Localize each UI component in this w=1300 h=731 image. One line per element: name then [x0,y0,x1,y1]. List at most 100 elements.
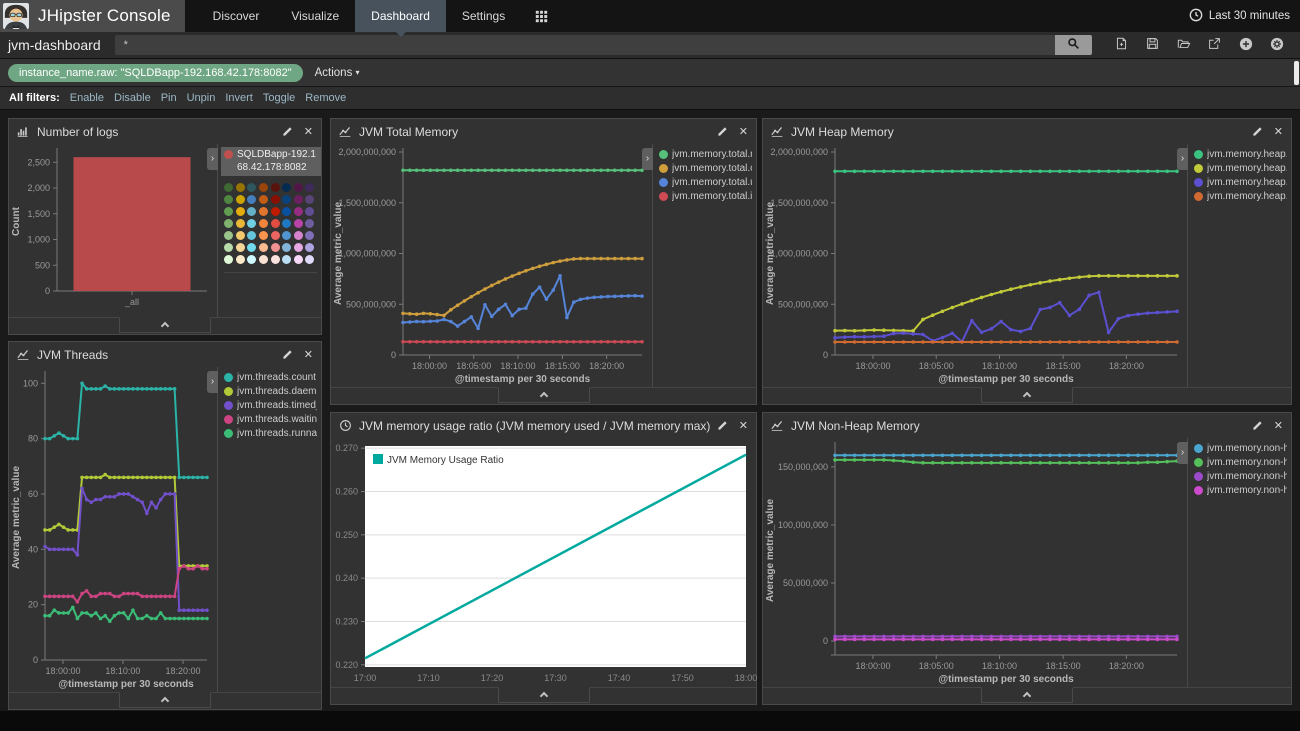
nav-item-visualize[interactable]: Visualize [275,0,355,32]
legend-item[interactable]: SQLDBapp-192.168.42.178:8082 [221,147,321,176]
timepicker-button[interactable]: Last 30 minutes [1189,0,1290,32]
edit-panel-icon[interactable] [1252,420,1263,431]
collapse-panel-button[interactable] [498,387,590,403]
legend-item[interactable]: jvm.memory.heap.com... [1194,163,1287,174]
palette-color-swatch[interactable] [224,219,233,228]
legend-toggle-icon[interactable]: › [207,148,218,170]
legend-toggle-icon[interactable]: › [1177,442,1188,464]
palette-color-swatch[interactable] [259,195,268,204]
palette-color-swatch[interactable] [294,183,303,192]
scrollbar-thumb[interactable] [1294,61,1299,85]
palette-color-swatch[interactable] [294,243,303,252]
legend-item[interactable]: jvm.memory.total.max [659,149,752,160]
filter-action-unpin[interactable]: Unpin [187,92,216,104]
palette-color-swatch[interactable] [294,231,303,240]
legend-item[interactable]: jvm.memory.heap.used [1194,177,1287,188]
palette-color-swatch[interactable] [224,195,233,204]
palette-color-swatch[interactable] [224,243,233,252]
legend-item[interactable]: jvm.memory.heap.max [1194,149,1287,160]
palette-color-swatch[interactable] [236,243,245,252]
palette-color-swatch[interactable] [305,243,314,252]
palette-color-swatch[interactable] [294,195,303,204]
palette-color-swatch[interactable] [259,183,268,192]
nav-item-settings[interactable]: Settings [446,0,521,32]
edit-panel-icon[interactable] [282,349,293,360]
legend-toggle-icon[interactable]: › [1177,148,1188,170]
palette-color-swatch[interactable] [282,255,291,264]
palette-color-swatch[interactable] [247,231,256,240]
palette-color-swatch[interactable] [236,231,245,240]
palette-color-swatch[interactable] [271,243,280,252]
apps-grid-icon[interactable] [521,0,562,32]
palette-color-swatch[interactable] [236,183,245,192]
palette-color-swatch[interactable] [259,219,268,228]
legend-item[interactable]: jvm.threads.daemon.c... [224,386,317,397]
search-button[interactable] [1055,35,1092,55]
palette-color-swatch[interactable] [294,255,303,264]
legend-item[interactable]: jvm.memory.total.used [659,177,752,188]
close-panel-icon[interactable]: ✕ [739,125,748,138]
close-panel-icon[interactable]: ✕ [304,348,313,361]
palette-color-swatch[interactable] [282,219,291,228]
filter-action-toggle[interactable]: Toggle [263,92,295,104]
palette-color-swatch[interactable] [271,183,280,192]
palette-color-swatch[interactable] [294,219,303,228]
filter-actions-button[interactable]: Actions ▾ [315,67,360,79]
close-panel-icon[interactable]: ✕ [304,125,313,138]
palette-color-swatch[interactable] [282,183,291,192]
palette-color-swatch[interactable] [236,255,245,264]
legend-item[interactable]: jvm.threads.runnable.c... [224,428,317,439]
palette-color-swatch[interactable] [259,243,268,252]
legend-item[interactable]: jvm.memory.total.init [659,191,752,202]
palette-color-swatch[interactable] [247,219,256,228]
legend-item[interactable]: jvm.threads.timed_wait... [224,400,317,411]
legend-item[interactable]: jvm.memory.heap.init [1194,191,1287,202]
filter-pill[interactable]: instance_name.raw: "SQLDBapp-192.168.42.… [8,64,303,82]
nav-item-dashboard[interactable]: Dashboard [355,0,446,32]
palette-color-swatch[interactable] [271,195,280,204]
folder-open-button[interactable] [1168,34,1199,56]
filter-action-remove[interactable]: Remove [305,92,346,104]
palette-color-swatch[interactable] [247,255,256,264]
palette-color-swatch[interactable] [247,195,256,204]
edit-panel-icon[interactable] [1252,126,1263,137]
palette-color-swatch[interactable] [305,231,314,240]
palette-color-swatch[interactable] [305,255,314,264]
palette-color-swatch[interactable] [259,231,268,240]
gear-circle-button[interactable] [1261,34,1292,56]
save-button[interactable] [1137,34,1168,56]
close-panel-icon[interactable]: ✕ [1274,125,1283,138]
palette-color-swatch[interactable] [271,255,280,264]
legend-item[interactable]: jvm.memory.non-heap.... [1194,443,1287,454]
palette-color-swatch[interactable] [247,243,256,252]
palette-color-swatch[interactable] [305,219,314,228]
palette-color-swatch[interactable] [271,207,280,216]
nav-item-discover[interactable]: Discover [197,0,276,32]
palette-color-swatch[interactable] [236,195,245,204]
collapse-panel-button[interactable] [981,387,1073,403]
palette-color-swatch[interactable] [247,207,256,216]
palette-color-swatch[interactable] [224,231,233,240]
palette-color-swatch[interactable] [271,219,280,228]
palette-color-swatch[interactable] [305,195,314,204]
collapse-panel-button[interactable] [981,687,1073,703]
app-logo[interactable]: JHipster Console [0,0,185,32]
palette-color-swatch[interactable] [236,219,245,228]
filter-action-disable[interactable]: Disable [114,92,151,104]
legend-item[interactable]: jvm.memory.total.com... [659,163,752,174]
palette-color-swatch[interactable] [282,195,291,204]
legend-toggle-icon[interactable]: › [207,371,218,393]
new-doc-button[interactable] [1106,34,1137,56]
plus-circle-button[interactable] [1230,34,1261,56]
edit-panel-icon[interactable] [282,126,293,137]
legend-toggle-icon[interactable]: › [642,148,653,170]
palette-color-swatch[interactable] [224,255,233,264]
palette-color-swatch[interactable] [224,183,233,192]
palette-color-swatch[interactable] [294,207,303,216]
legend-item[interactable]: jvm.memory.non-heap.... [1194,485,1287,496]
palette-color-swatch[interactable] [271,231,280,240]
edit-panel-icon[interactable] [717,126,728,137]
collapse-panel-button[interactable] [119,317,211,333]
palette-color-swatch[interactable] [282,231,291,240]
legend-item[interactable]: jvm.threads.waiting.co... [224,414,317,425]
